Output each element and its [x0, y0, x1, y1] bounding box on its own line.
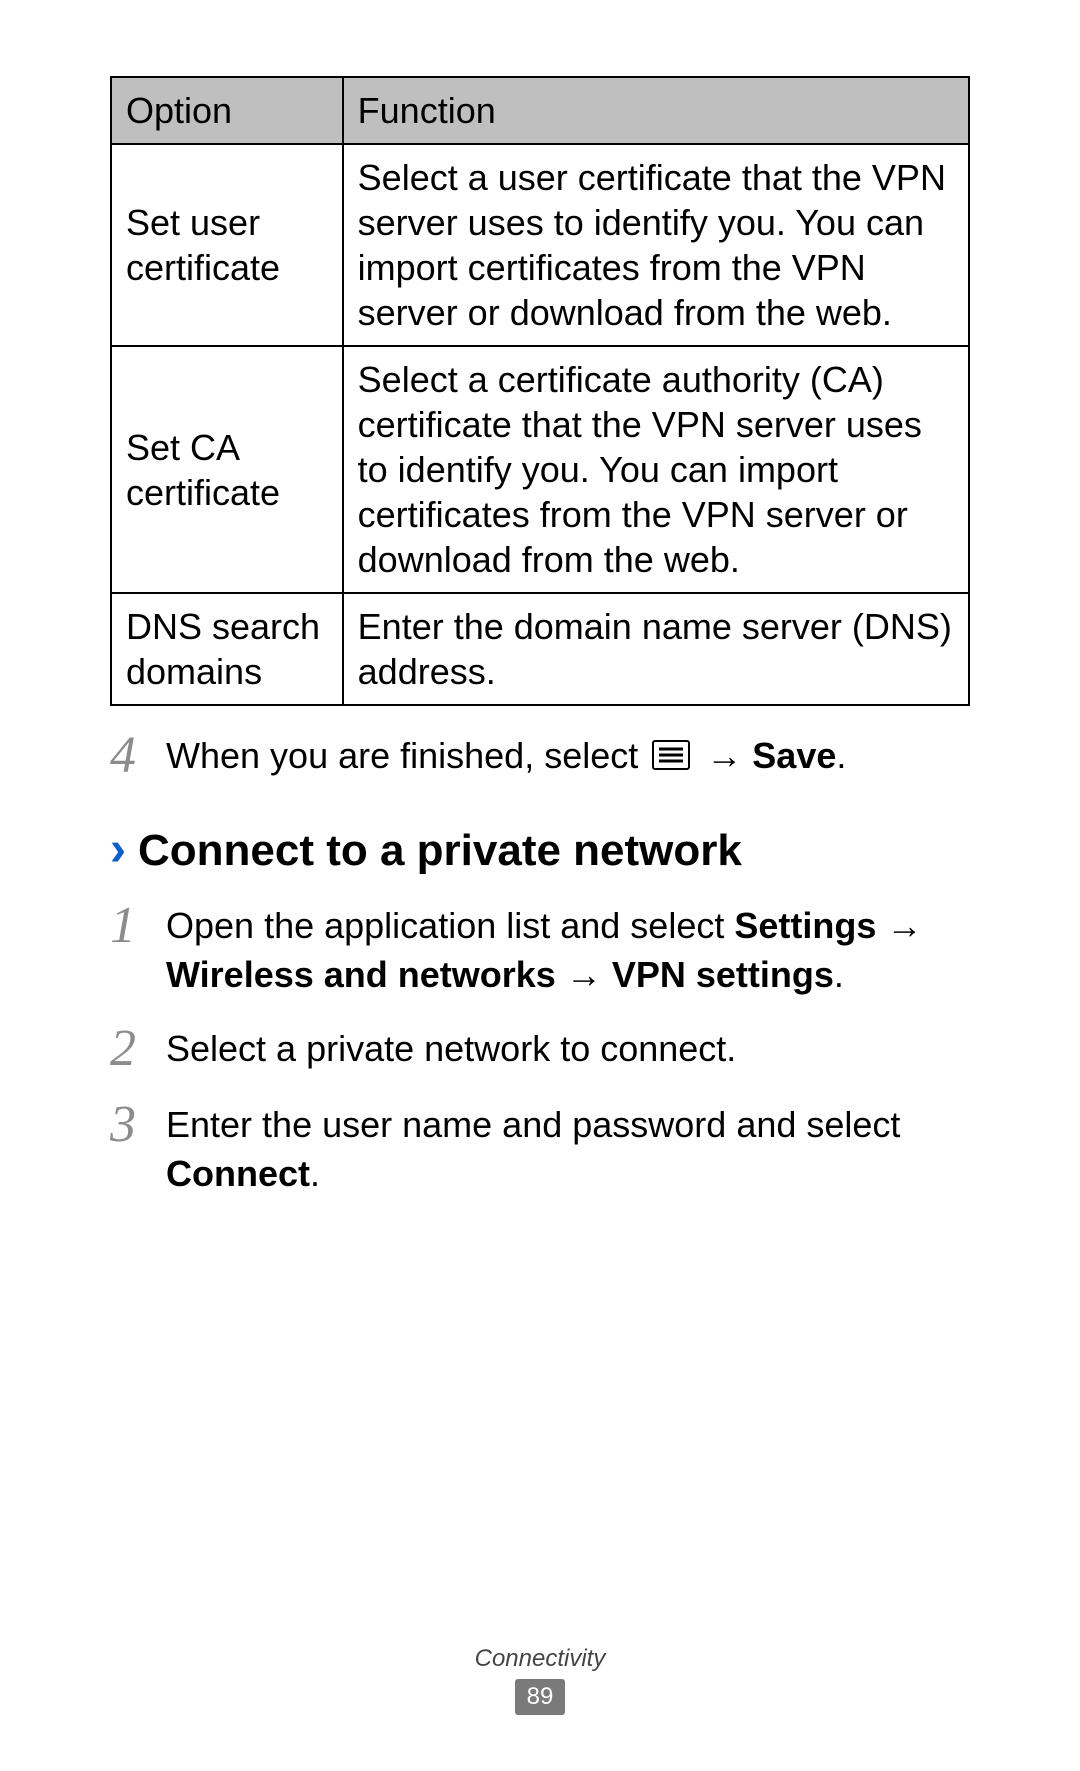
- step-post: .: [310, 1153, 320, 1194]
- bold-text: VPN settings: [612, 954, 834, 995]
- options-table: Option Function Set user certificate Sel…: [110, 76, 970, 706]
- menu-icon: [652, 740, 690, 770]
- bold-text: Settings: [734, 905, 876, 946]
- step-text: Enter the user name and password and sel…: [166, 1104, 900, 1145]
- step-number: 3: [110, 1099, 166, 1151]
- step-body: Open the application list and select Set…: [166, 902, 970, 999]
- save-label: Save: [752, 735, 836, 776]
- table-row: Set CA certificate Select a certificate …: [111, 346, 969, 593]
- step-number: 2: [110, 1023, 166, 1075]
- step-number: 4: [110, 730, 166, 782]
- step-text: When you are finished, select: [166, 735, 648, 776]
- step-post: .: [836, 735, 846, 776]
- step-body: Enter the user name and password and sel…: [166, 1101, 970, 1198]
- step-body: When you are finished, select → Save.: [166, 732, 970, 781]
- bold-text: Wireless and networks: [166, 954, 556, 995]
- cell-function: Select a certificate authority (CA) cert…: [343, 346, 969, 593]
- step-text: Open the application list and select: [166, 905, 734, 946]
- header-function: Function: [343, 77, 969, 144]
- cell-function: Enter the domain name server (DNS) addre…: [343, 593, 969, 705]
- cell-option: Set CA certificate: [111, 346, 343, 593]
- step-body: Select a private network to connect.: [166, 1025, 970, 1074]
- cell-function: Select a user certificate that the VPN s…: [343, 144, 969, 346]
- cell-option: Set user certificate: [111, 144, 343, 346]
- table-header-row: Option Function: [111, 77, 969, 144]
- section-heading: › Connect to a private network: [110, 826, 970, 876]
- arrow-icon: →: [706, 735, 752, 776]
- step-post: .: [834, 954, 844, 995]
- step-number: 1: [110, 900, 166, 952]
- cell-option: DNS search domains: [111, 593, 343, 705]
- header-option: Option: [111, 77, 343, 144]
- page: Option Function Set user certificate Sel…: [0, 0, 1080, 1771]
- page-number-badge: 89: [515, 1679, 566, 1715]
- footer-section-label: Connectivity: [0, 1645, 1080, 1673]
- step-2: 2 Select a private network to connect.: [110, 1025, 970, 1075]
- table-row: DNS search domains Enter the domain name…: [111, 593, 969, 705]
- page-footer: Connectivity 89: [0, 1645, 1080, 1715]
- bold-text: Connect: [166, 1153, 310, 1194]
- step-1: 1 Open the application list and select S…: [110, 902, 970, 999]
- step-text: Select a private network to connect.: [166, 1028, 736, 1069]
- step-3: 3 Enter the user name and password and s…: [110, 1101, 970, 1198]
- chevron-right-icon: ›: [110, 826, 126, 874]
- arrow-icon: →: [876, 905, 922, 946]
- table-row: Set user certificate Select a user certi…: [111, 144, 969, 346]
- section-title: Connect to a private network: [138, 826, 742, 876]
- arrow-icon: →: [556, 954, 612, 995]
- step-4: 4 When you are finished, select → Save.: [110, 732, 970, 782]
